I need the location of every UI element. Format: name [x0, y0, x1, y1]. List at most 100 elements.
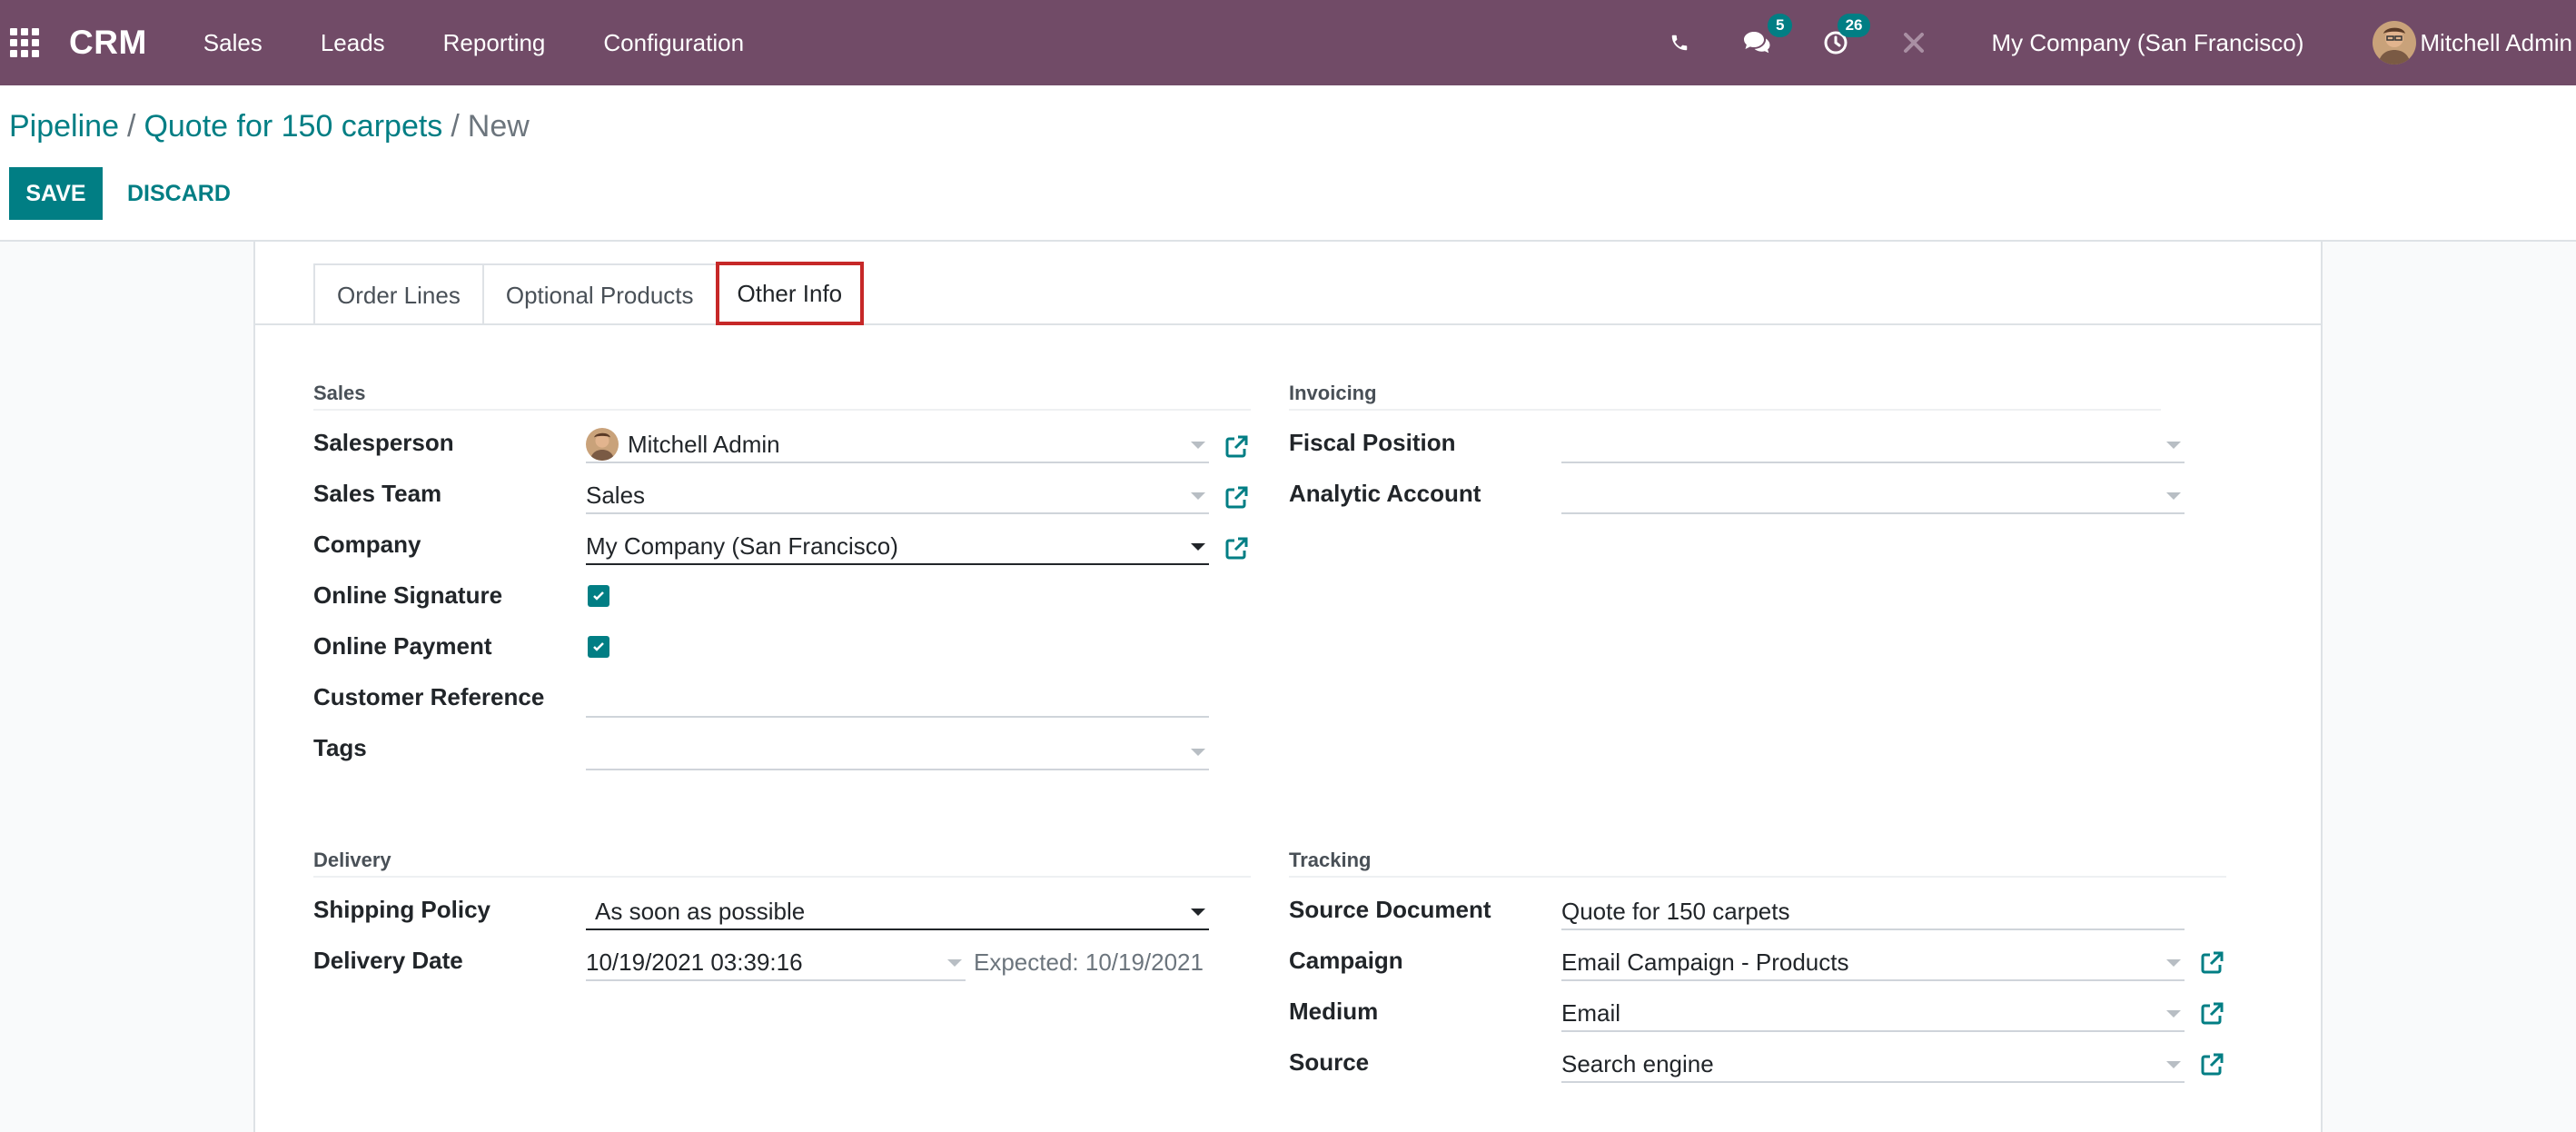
tracking-group-divider: [1289, 876, 2226, 878]
messages-badge: 5: [1768, 14, 1793, 37]
shipping-policy-label: Shipping Policy: [313, 896, 491, 923]
medium-field[interactable]: Email: [1561, 996, 2185, 1032]
messages-icon[interactable]: 5: [1739, 14, 1793, 61]
campaign-label: Campaign: [1289, 947, 1403, 974]
user-avatar: [2373, 21, 2417, 65]
delivery-date-value: 10/19/2021 03:39:16: [586, 948, 803, 976]
activities-clock-icon[interactable]: 26: [1818, 14, 1871, 61]
invoicing-group-divider: [1289, 409, 2161, 411]
chevron-down-icon[interactable]: [2166, 959, 2181, 967]
chevron-down-icon[interactable]: [1191, 909, 1205, 916]
company-field[interactable]: My Company (San Francisco): [586, 529, 1209, 565]
menu-item-sales[interactable]: Sales: [174, 29, 292, 57]
chevron-down-icon[interactable]: [1191, 543, 1205, 551]
chevron-down-icon[interactable]: [2166, 1010, 2181, 1018]
shipping-policy-value: As soon as possible: [595, 897, 806, 925]
customer-reference-label: Customer Reference: [313, 683, 545, 710]
main-menu: Sales Leads Reporting Configuration: [174, 29, 773, 57]
chevron-down-icon[interactable]: [1191, 492, 1205, 500]
tags-field[interactable]: [586, 734, 1209, 770]
online-signature-checkbox[interactable]: [588, 585, 609, 607]
delivery-date-input[interactable]: 10/19/2021 03:39:16: [586, 945, 966, 981]
external-link-icon[interactable]: [2199, 950, 2224, 976]
sales-team-field[interactable]: Sales: [586, 478, 1209, 514]
salesperson-value: Mitchell Admin: [628, 430, 780, 458]
delivery-group-title: Delivery: [313, 849, 391, 871]
company-label: Company: [313, 531, 421, 558]
salesperson-field[interactable]: Mitchell Admin: [586, 427, 1209, 463]
top-navbar: CRM Sales Leads Reporting Configuration …: [0, 0, 2576, 85]
breadcrumb-opportunity[interactable]: Quote for 150 carpets: [144, 109, 442, 144]
chevron-down-icon[interactable]: [947, 959, 962, 967]
form-sheet: Order Lines Optional Products Other Info…: [253, 242, 2323, 1132]
source-document-value: Quote for 150 carpets: [1561, 897, 1790, 925]
app-brand[interactable]: CRM: [69, 24, 147, 62]
delivery-date-label: Delivery Date: [313, 947, 463, 974]
external-link-icon[interactable]: [1224, 485, 1249, 511]
online-payment-label: Online Payment: [313, 632, 492, 660]
external-link-icon[interactable]: [1224, 434, 1249, 460]
tab-other-info[interactable]: Other Info: [715, 262, 865, 325]
breadcrumb-separator: /: [126, 109, 136, 144]
medium-label: Medium: [1289, 998, 1379, 1025]
chevron-down-icon[interactable]: [1191, 442, 1205, 449]
user-menu[interactable]: Mitchell Admin: [2373, 21, 2572, 65]
salesperson-avatar: [586, 428, 619, 461]
expected-date: Expected: 10/19/2021: [974, 948, 1204, 976]
sales-team-label: Sales Team: [313, 480, 442, 507]
breadcrumb: Pipeline / Quote for 150 carpets / New: [9, 109, 530, 144]
invoicing-group-title: Invoicing: [1289, 382, 1377, 404]
breadcrumb-pipeline[interactable]: Pipeline: [9, 109, 119, 144]
activities-badge: 26: [1837, 14, 1871, 37]
analytic-account-label: Analytic Account: [1289, 480, 1481, 507]
shipping-policy-select[interactable]: As soon as possible: [586, 894, 1209, 930]
salesperson-label: Salesperson: [313, 429, 454, 456]
source-label: Source: [1289, 1048, 1370, 1076]
tab-order-lines[interactable]: Order Lines: [313, 263, 484, 325]
source-value: Search engine: [1561, 1049, 1714, 1077]
customer-reference-input[interactable]: [586, 681, 1209, 718]
apps-menu-icon[interactable]: [9, 27, 40, 58]
tabs-divider: [255, 323, 2321, 325]
analytic-account-field[interactable]: [1561, 478, 2185, 514]
fiscal-position-field[interactable]: [1561, 427, 2185, 463]
phone-icon[interactable]: [1661, 25, 1698, 61]
chevron-down-icon[interactable]: [2166, 442, 2181, 449]
chevron-down-icon[interactable]: [1191, 749, 1205, 756]
company-value: My Company (San Francisco): [586, 531, 898, 560]
breadcrumb-current: New: [467, 109, 530, 144]
breadcrumb-separator: /: [451, 109, 460, 144]
control-panel: Pipeline / Quote for 150 carpets / New S…: [0, 85, 2576, 242]
delivery-group-divider: [313, 876, 1251, 878]
external-link-icon[interactable]: [1224, 536, 1249, 561]
source-document-input[interactable]: Quote for 150 carpets: [1561, 894, 2185, 930]
sales-group-divider: [313, 409, 1251, 411]
external-link-icon[interactable]: [2199, 1001, 2224, 1027]
tab-optional-products[interactable]: Optional Products: [481, 263, 718, 325]
online-signature-label: Online Signature: [313, 581, 503, 609]
campaign-field[interactable]: Email Campaign - Products: [1561, 945, 2185, 981]
menu-item-leads[interactable]: Leads: [292, 29, 414, 57]
menu-item-reporting[interactable]: Reporting: [414, 29, 575, 57]
external-link-icon[interactable]: [2199, 1052, 2224, 1077]
menu-item-configuration[interactable]: Configuration: [574, 29, 773, 57]
notebook-tabs: Order Lines Optional Products Other Info: [313, 262, 865, 325]
user-name: Mitchell Admin: [2420, 28, 2572, 56]
online-payment-checkbox[interactable]: [588, 636, 609, 658]
sales-group-title: Sales: [313, 382, 366, 404]
debug-tools-icon[interactable]: [1896, 25, 1932, 61]
navbar-systray: 5 26 My Company (San Francisco) Mitchell…: [1640, 0, 2576, 85]
source-document-label: Source Document: [1289, 896, 1491, 923]
campaign-value: Email Campaign - Products: [1561, 948, 1849, 976]
chevron-down-icon[interactable]: [2166, 1061, 2181, 1068]
medium-value: Email: [1561, 998, 1621, 1027]
chevron-down-icon[interactable]: [2166, 492, 2181, 500]
tags-label: Tags: [313, 734, 367, 761]
source-field[interactable]: Search engine: [1561, 1047, 2185, 1083]
save-button[interactable]: SAVE: [9, 167, 103, 220]
tracking-group-title: Tracking: [1289, 849, 1372, 871]
fiscal-position-label: Fiscal Position: [1289, 429, 1456, 456]
discard-button[interactable]: DISCARD: [113, 167, 245, 220]
company-switcher[interactable]: My Company (San Francisco): [1991, 29, 2304, 57]
sales-team-value: Sales: [586, 481, 646, 509]
